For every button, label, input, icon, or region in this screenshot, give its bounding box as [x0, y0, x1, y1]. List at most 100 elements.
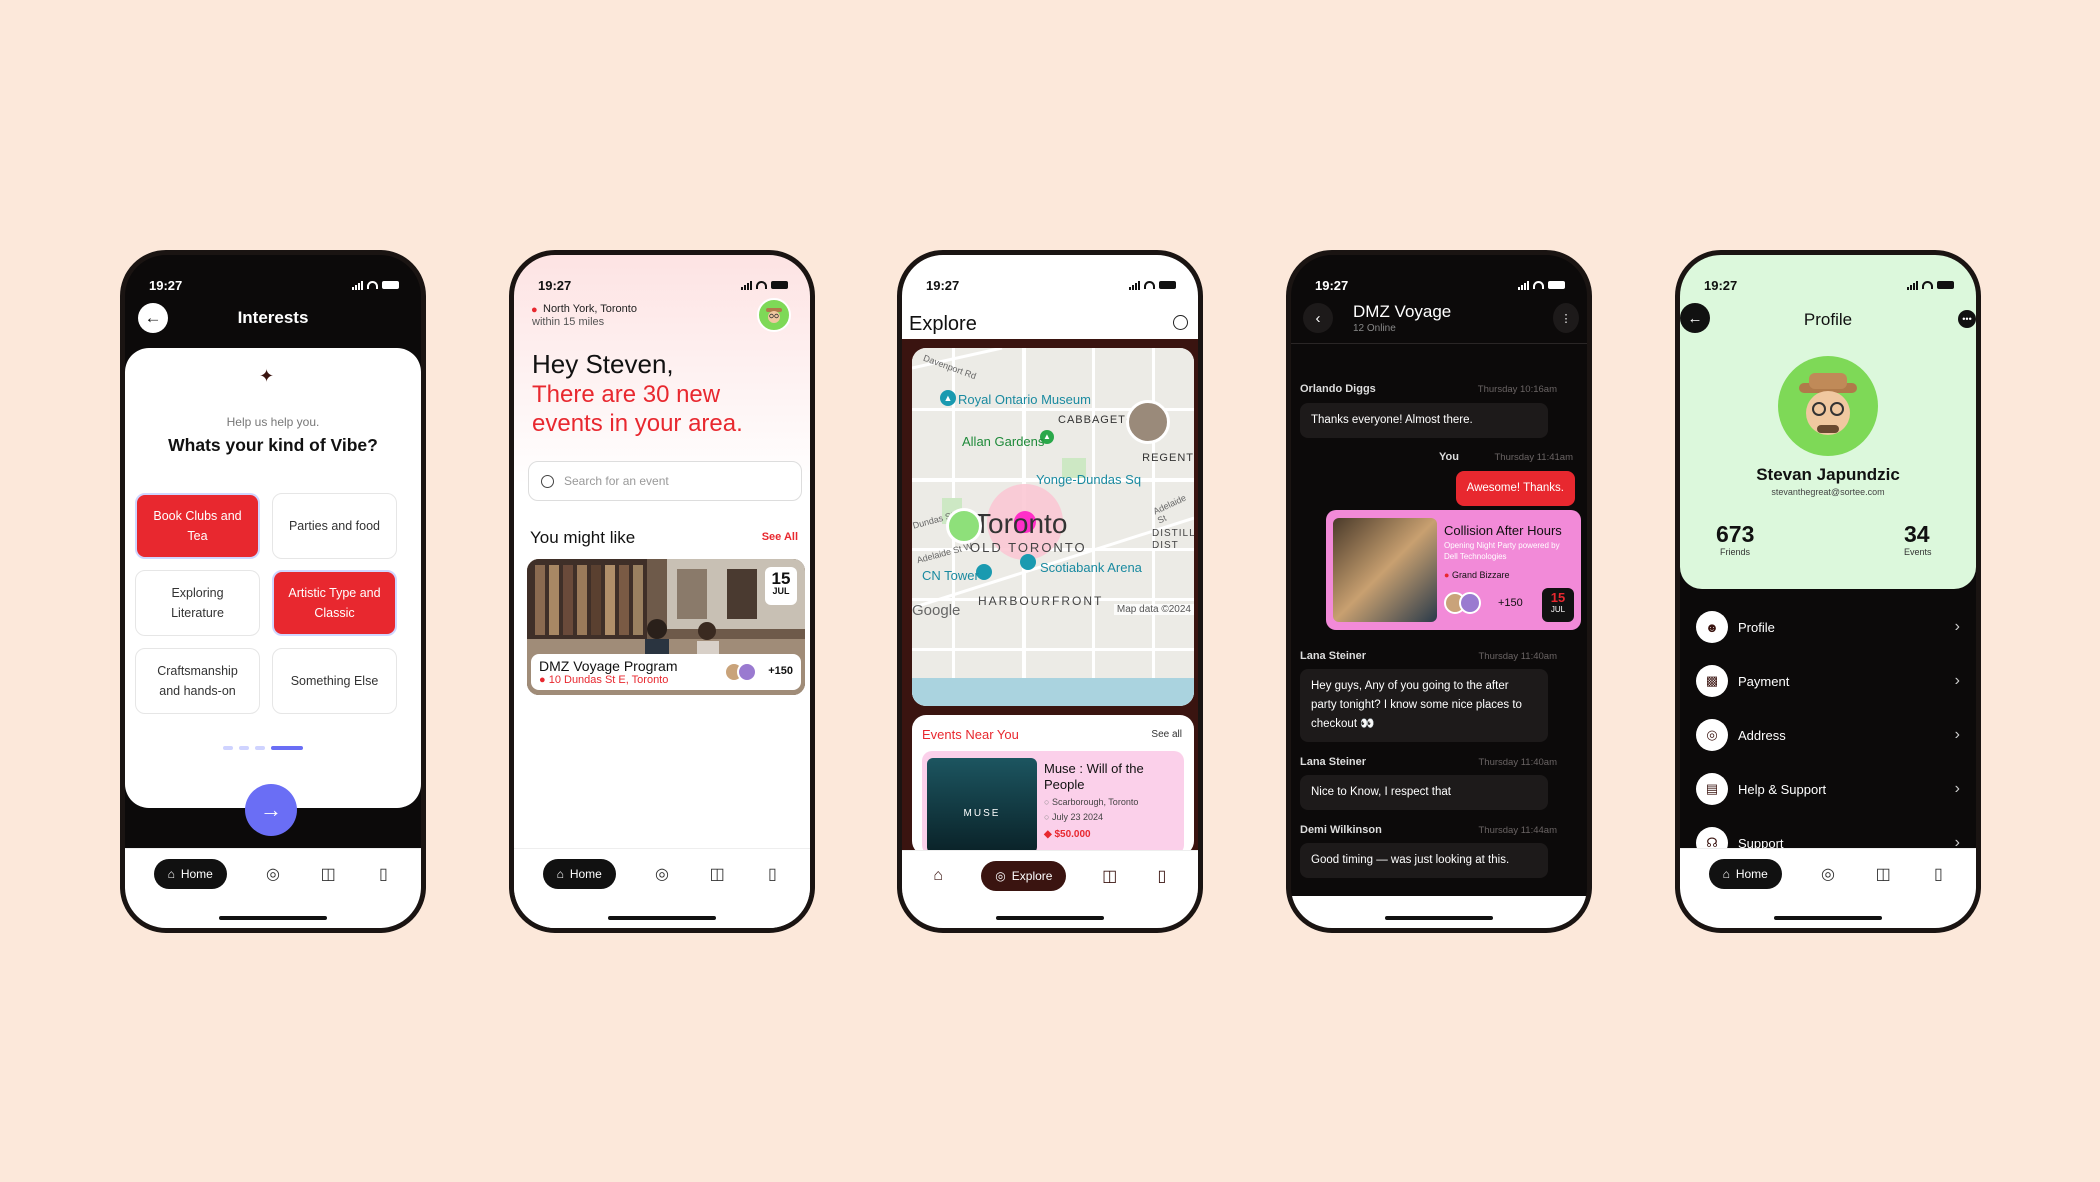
- status-time: 19:27: [149, 277, 183, 293]
- location-name[interactable]: North York, Toronto: [543, 303, 637, 315]
- interest-chip[interactable]: Parties and food: [272, 493, 397, 559]
- ticket-icon[interactable]: ◫: [1874, 865, 1892, 883]
- tab-home[interactable]: ⌂ Home: [542, 859, 616, 889]
- ticket-icon[interactable]: ◫: [319, 865, 337, 883]
- section-title: Events Near You: [922, 727, 1019, 742]
- more-options-button[interactable]: •••: [1958, 310, 1976, 328]
- status-time: 19:27: [1704, 277, 1738, 293]
- user-pin[interactable]: [946, 508, 982, 544]
- attendee-avatars: [724, 662, 757, 682]
- status-bar: 19:27: [1680, 255, 1976, 303]
- next-button[interactable]: →: [245, 784, 297, 836]
- interest-chip[interactable]: Artistic Type and Classic: [272, 570, 397, 636]
- location-icon[interactable]: ◎: [653, 865, 671, 883]
- message-bubble: Good timing — was just looking at this.: [1300, 843, 1548, 878]
- phone-profile: 19:27 ← Profile ••• Stevan Japundzic ste…: [1675, 250, 1981, 933]
- explore-pin-icon: ◎: [995, 869, 1006, 883]
- map-label: HARBOURFRONT: [978, 594, 1104, 608]
- signal-icon: [1129, 280, 1140, 290]
- chevron-right-icon: ›: [1954, 618, 1960, 635]
- status-bar: 19:27: [902, 255, 1198, 303]
- event-card[interactable]: 15 JUL DMZ Voyage Program ● 10 Dundas St…: [527, 559, 805, 695]
- events-label: Events: [1904, 547, 1932, 557]
- bookmark-icon[interactable]: ▯: [374, 865, 392, 883]
- card-icon: ▩: [1696, 665, 1728, 697]
- map[interactable]: Davenport Rd ▲ Royal Ontario Museum CABB…: [912, 348, 1194, 706]
- map-city-label: Toronto: [974, 508, 1068, 539]
- map-label: OLD TORONTO: [970, 540, 1087, 555]
- ticket-icon[interactable]: ◫: [708, 865, 726, 883]
- menu-item-address[interactable]: ◎ Address ›: [1696, 715, 1960, 755]
- wifi-icon: [1144, 281, 1155, 289]
- location-icon[interactable]: ◎: [1819, 865, 1837, 883]
- avatar[interactable]: [757, 298, 791, 332]
- message-sender: Lana Steiner: [1300, 650, 1367, 662]
- date-text: July 23 2024: [1051, 812, 1103, 822]
- bookmark-icon[interactable]: ▯: [763, 865, 781, 883]
- event-title: Collision After Hours: [1444, 523, 1562, 538]
- message-sender: Demi Wilkinson: [1300, 824, 1382, 836]
- profile-email: stevanthegreat@sortee.com: [1771, 487, 1885, 497]
- search-icon[interactable]: [1173, 315, 1188, 330]
- interest-chip[interactable]: Craftsmanship and hands-on: [135, 648, 260, 714]
- home-icon[interactable]: ⌂: [929, 867, 947, 885]
- help-text: Help us help you.: [226, 415, 320, 429]
- interest-chip[interactable]: Book Clubs and Tea: [135, 493, 260, 559]
- message-bubble-own: Awesome! Thanks.: [1455, 471, 1575, 506]
- chevron-right-icon: ›: [1954, 780, 1960, 797]
- wifi-icon: [1922, 281, 1933, 289]
- interest-chip[interactable]: Something Else: [272, 648, 397, 714]
- phone-explore: 19:27 Explore Davenport Rd ▲ Royal Ontar…: [897, 250, 1203, 933]
- wifi-icon: [367, 281, 378, 289]
- tab-home[interactable]: ⌂ Home: [1708, 859, 1782, 889]
- tab-home[interactable]: ⌂ Home: [153, 859, 227, 889]
- poster-text: MUSE: [963, 808, 1001, 819]
- pin-icon: ●: [1444, 570, 1452, 580]
- headline-line-1: There are 30 new: [532, 381, 721, 408]
- ticket-icon[interactable]: ◫: [1101, 867, 1119, 885]
- signal-icon: [741, 280, 752, 290]
- see-all-link[interactable]: See All: [762, 531, 798, 543]
- map-label: Google: [912, 602, 961, 619]
- interest-chip[interactable]: Exploring Literature: [135, 570, 260, 636]
- menu-label: Payment: [1738, 673, 1790, 689]
- near-event-item[interactable]: MUSE Muse : Will of the People ○ Scarbor…: [922, 751, 1184, 855]
- home-icon: ⌂: [556, 867, 564, 881]
- search-input[interactable]: Search for an event: [528, 461, 802, 501]
- see-all-link[interactable]: See all: [1151, 729, 1182, 740]
- shared-event-card[interactable]: Collision After Hours Opening Night Part…: [1326, 510, 1581, 630]
- message-bubble: Hey guys, Any of you going to the after …: [1300, 669, 1548, 742]
- event-image: [1333, 518, 1437, 622]
- price-text: $50.000: [1054, 829, 1091, 840]
- tab-explore[interactable]: ◎ Explore: [981, 861, 1067, 891]
- signal-icon: [1907, 280, 1918, 290]
- map-label: Map data ©2024: [1113, 604, 1194, 615]
- search-icon: [541, 474, 554, 488]
- home-icon: ⌂: [1722, 867, 1730, 881]
- back-button[interactable]: ‹: [1303, 303, 1333, 333]
- wifi-icon: [756, 281, 767, 289]
- event-info-bar: DMZ Voyage Program ● 10 Dundas St E, Tor…: [531, 654, 801, 690]
- event-month: JUL: [1550, 605, 1566, 614]
- page-indicator: [223, 746, 303, 750]
- more-options-button[interactable]: ⋮: [1553, 303, 1579, 333]
- bookmark-icon[interactable]: ▯: [1153, 867, 1171, 885]
- message-sender: Orlando Diggs: [1300, 383, 1376, 395]
- menu-item-profile[interactable]: ☻ Profile ›: [1696, 607, 1960, 647]
- event-day: 15: [771, 569, 791, 588]
- menu-item-payment[interactable]: ▩ Payment ›: [1696, 661, 1960, 701]
- signal-icon: [352, 280, 363, 290]
- user-pin[interactable]: [1126, 400, 1170, 444]
- event-date: ○ July 23 2024: [1044, 812, 1103, 822]
- message-bubble: Thanks everyone! Almost there.: [1300, 403, 1548, 438]
- book-icon: ▤: [1696, 773, 1728, 805]
- menu-item-help[interactable]: ▤ Help & Support ›: [1696, 769, 1960, 809]
- status-bar: 19:27: [1291, 255, 1587, 303]
- event-location: ○ Scarborough, Toronto: [1044, 797, 1138, 807]
- location-icon[interactable]: ◎: [264, 865, 282, 883]
- status-bar: 19:27: [514, 255, 810, 303]
- battery-icon: [1548, 281, 1565, 289]
- menu-label: Profile: [1738, 619, 1775, 635]
- vibe-question: Whats your kind of Vibe?: [168, 435, 378, 455]
- bookmark-icon[interactable]: ▯: [1929, 865, 1947, 883]
